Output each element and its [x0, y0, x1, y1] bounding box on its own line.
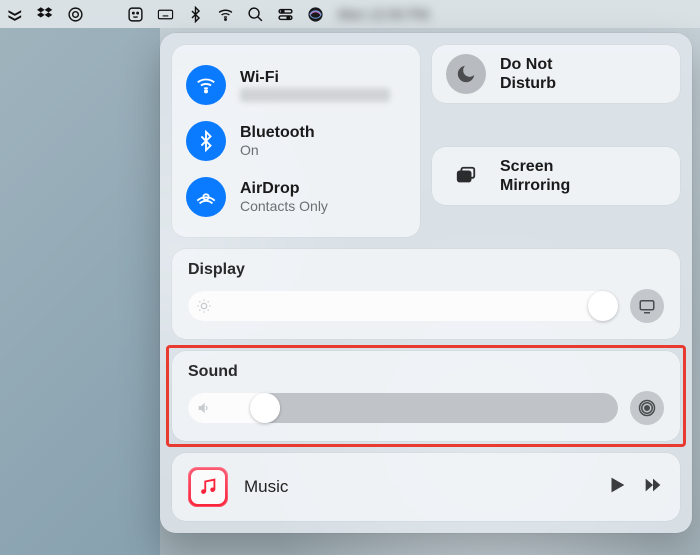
- wifi-menubar-icon[interactable]: [210, 0, 240, 28]
- screen-mirroring-card[interactable]: Screen Mirroring: [432, 147, 680, 205]
- menubar: Mon 12:00 PM: [0, 0, 700, 28]
- bluetooth-status: On: [240, 142, 315, 159]
- airdrop-row[interactable]: AirDrop Contacts Only: [186, 169, 406, 225]
- moon-icon: [446, 54, 486, 94]
- sound-title: Sound: [188, 363, 664, 381]
- now-playing-card[interactable]: Music: [172, 453, 680, 521]
- display-card: Display: [172, 249, 680, 339]
- menubar-face-icon[interactable]: [120, 0, 150, 28]
- desktop-wallpaper: [0, 28, 160, 555]
- next-track-button[interactable]: [642, 474, 664, 501]
- music-app-icon: [188, 467, 228, 507]
- control-center-panel: Wi-Fi Bluetooth On AirDrop Contacts Only: [160, 33, 692, 533]
- siri-icon[interactable]: [300, 0, 330, 28]
- do-not-disturb-card[interactable]: Do Not Disturb: [432, 45, 680, 103]
- sound-card: Sound: [172, 351, 680, 441]
- screen-mirroring-icon: [446, 156, 486, 196]
- menubar-keyboard-icon[interactable]: [150, 0, 180, 28]
- display-title: Display: [188, 261, 664, 279]
- mirror-title: Screen Mirroring: [500, 157, 610, 195]
- bluetooth-icon: [186, 121, 226, 161]
- dropbox-icon[interactable]: [30, 0, 60, 28]
- display-options-button[interactable]: [630, 289, 664, 323]
- music-title: Music: [244, 477, 288, 497]
- bluetooth-title: Bluetooth: [240, 123, 315, 142]
- wifi-row[interactable]: Wi-Fi: [186, 57, 406, 113]
- brightness-low-icon: [196, 298, 212, 314]
- wifi-icon: [186, 65, 226, 105]
- airdrop-title: AirDrop: [240, 179, 328, 198]
- control-center-menubar-icon[interactable]: [270, 0, 300, 28]
- dnd-title: Do Not Disturb: [500, 55, 610, 93]
- menubar-circle-icon[interactable]: [60, 0, 90, 28]
- wifi-network-name: [240, 88, 390, 102]
- volume-low-icon: [196, 400, 212, 416]
- sound-slider-thumb[interactable]: [250, 393, 280, 423]
- menubar-clock[interactable]: Mon 12:00 PM: [330, 6, 437, 22]
- airdrop-icon: [186, 177, 226, 217]
- connectivity-card: Wi-Fi Bluetooth On AirDrop Contacts Only: [172, 45, 420, 237]
- sound-output-button[interactable]: [630, 391, 664, 425]
- display-slider-thumb[interactable]: [588, 291, 618, 321]
- play-button[interactable]: [606, 474, 628, 501]
- spotlight-icon[interactable]: [240, 0, 270, 28]
- bluetooth-menubar-icon[interactable]: [180, 0, 210, 28]
- sound-volume-slider[interactable]: [188, 393, 618, 423]
- bluetooth-row[interactable]: Bluetooth On: [186, 113, 406, 169]
- display-brightness-slider[interactable]: [188, 291, 618, 321]
- menubar-app-icon[interactable]: [0, 0, 30, 28]
- airdrop-status: Contacts Only: [240, 198, 328, 215]
- wifi-title: Wi-Fi: [240, 68, 390, 87]
